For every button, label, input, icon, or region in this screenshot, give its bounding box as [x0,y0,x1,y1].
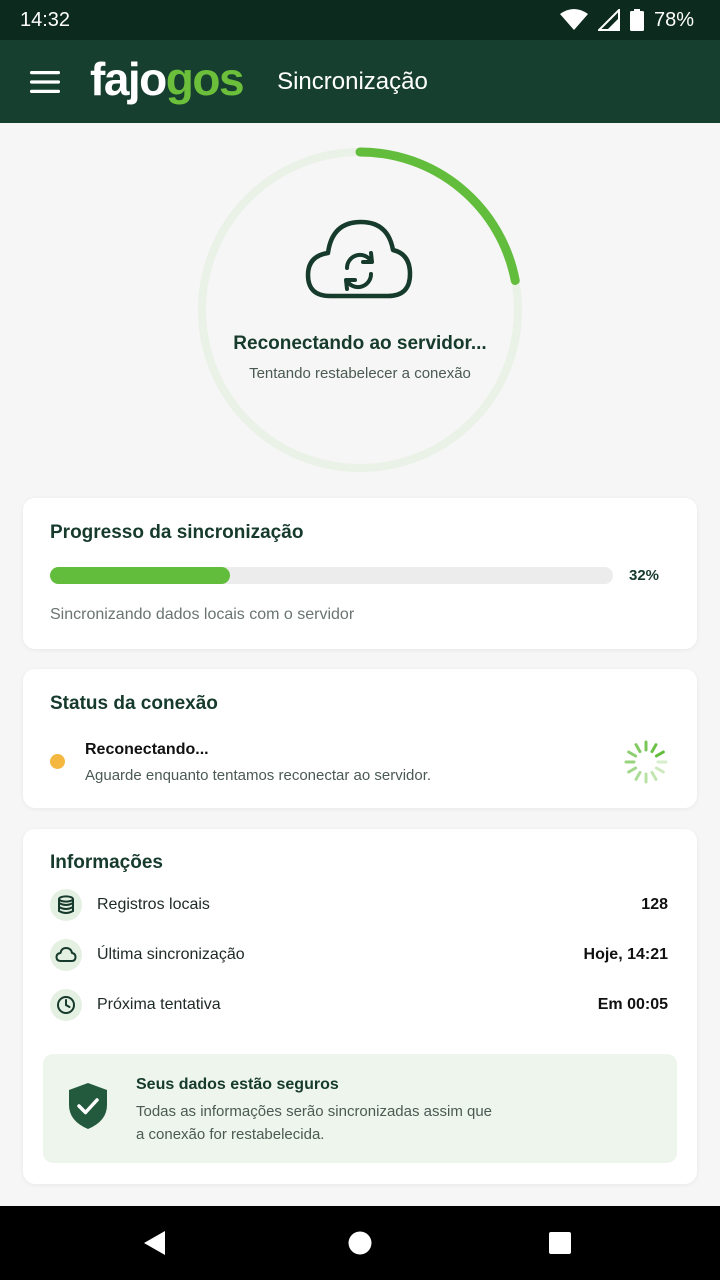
data-secure-notice: Seus dados estão seguros Todas as inform… [43,1054,677,1163]
spinner-tick [627,766,638,774]
connection-state: Reconectando... [85,741,209,758]
signal-icon [597,9,620,31]
connection-status-card: Status da conexão Reconectando... Aguard… [23,669,697,808]
database-icon [50,889,82,921]
back-icon [144,1231,165,1255]
info-value: Hoje, 14:21 [583,946,668,963]
cloud-sync-icon [304,212,414,309]
sync-progress-card: Progresso da sincronização 32% Sincroniz… [23,498,697,649]
clock-icon [50,989,82,1021]
connection-description: Aguarde enquanto tentamos reconectar ao … [85,767,432,784]
menu-button[interactable] [0,40,90,123]
spinner-tick [650,743,658,754]
connection-status-title: Status da conexão [50,693,218,714]
back-button[interactable] [110,1206,200,1280]
menu-icon [30,70,60,93]
battery-icon [629,9,644,31]
recents-icon [549,1232,571,1254]
spinner-tick [650,770,658,781]
spinner-tick [654,766,665,774]
info-row-last-sync: Última sincronização Hoje, 14:21 [50,938,668,972]
navigation-bar [0,1206,720,1280]
status-time: 14:32 [20,8,71,31]
wifi-icon [559,9,588,31]
home-icon [348,1231,372,1255]
spinner-tick [634,743,642,754]
info-card: Informações Registros locais 128 Última … [23,829,697,1184]
page-title: Sincronização [277,67,428,95]
spinner-tick [654,750,665,758]
sync-progress-bar [50,567,613,584]
sync-progress-percent: 32% [629,567,660,584]
loading-spinner-icon [621,737,671,792]
reconnect-indicator: Reconectando ao servidor... Tentando res… [190,140,530,480]
info-title: Informações [50,852,163,873]
app-logo: fajogos [90,52,245,105]
home-button[interactable] [315,1206,405,1280]
recents-button[interactable] [515,1206,605,1280]
spinner-tick [627,750,638,758]
secure-text: Todas as informações serão sincronizadas… [136,1103,493,1143]
sync-progress-description: Sincronizando dados locais com o servido… [50,606,355,623]
shield-check-icon [67,1081,109,1136]
info-label: Próxima tentativa [97,996,221,1013]
battery-percent: 78% [653,8,694,31]
status-bar: 14:32 78% [0,0,720,40]
info-label: Última sincronização [97,946,245,963]
sync-progress-title: Progresso da sincronização [50,522,304,543]
info-row-local-records: Registros locais 128 [50,888,668,922]
spinner-tick [634,770,642,781]
info-label: Registros locais [97,896,210,913]
status-icons: 78% [559,8,694,32]
info-value: 128 [641,896,668,913]
status-dot [50,754,65,769]
cloud-icon [50,939,82,971]
secure-title: Seus dados estão seguros [136,1076,339,1093]
info-value: Em 00:05 [597,996,668,1013]
reconnect-subtitle: Tentando restabelecer a conexão [249,365,471,382]
app-bar: fajogos Sincronização [0,40,720,123]
reconnect-title: Reconectando ao servidor... [233,333,487,354]
info-row-next-attempt: Próxima tentativa Em 00:05 [50,988,668,1022]
sync-progress-fill [50,567,231,584]
